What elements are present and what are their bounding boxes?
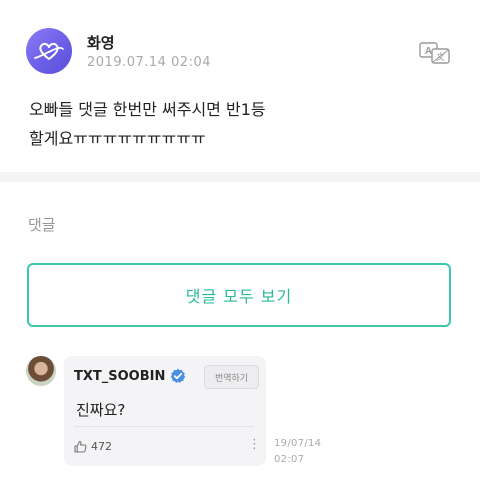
post-body-line2: 할게요ㅠㅠㅠㅠㅠㅠㅠㅠㅠ [29, 129, 206, 148]
post-author[interactable]: 화영 [87, 32, 115, 53]
thumbs-up-icon [74, 440, 87, 453]
commenter-avatar[interactable] [26, 356, 56, 386]
verified-badge-icon [170, 368, 186, 384]
svg-text:文: 文 [436, 51, 445, 63]
svg-text:A: A [425, 46, 432, 57]
author-avatar[interactable] [26, 28, 72, 74]
more-options-icon[interactable]: ⋮ [248, 438, 261, 451]
post-timestamp: 2019.07.14 02:04 [87, 55, 212, 70]
comment-card-divider [74, 426, 254, 427]
post: 화영 2019.07.14 02:04 A 文 오빠들 댓글 한번만 써주시면 … [0, 0, 480, 170]
translate-icon[interactable]: A 文 [419, 42, 451, 64]
comment-text: 진짜요? [76, 401, 126, 419]
comment-date: 19/07/14 [274, 438, 322, 449]
comment-author[interactable]: TXT_SOOBIN [74, 368, 186, 384]
comments-heading: 댓글 [28, 216, 56, 234]
comment-author-name[interactable]: TXT_SOOBIN [74, 369, 165, 384]
comment-card: TXT_SOOBIN 번역하기 진짜요? 472 ⋮ [64, 356, 266, 466]
view-all-comments-label: 댓글 모두 보기 [185, 287, 293, 306]
like-count: 472 [91, 440, 112, 453]
section-divider [0, 172, 480, 182]
comment-clock: 02:07 [274, 454, 305, 465]
post-body: 오빠들 댓글 한번만 써주시면 반1등 할게요ㅠㅠㅠㅠㅠㅠㅠㅠㅠ [29, 95, 449, 153]
comment-translate-label: 번역하기 [214, 373, 249, 384]
like-button[interactable]: 472 [74, 440, 112, 453]
view-all-comments-button[interactable]: 댓글 모두 보기 [27, 263, 451, 327]
comment-timestamp: 19/07/14 02:07 [274, 436, 321, 468]
heart-logo-icon [34, 42, 64, 60]
post-body-line1: 오빠들 댓글 한번만 써주시면 반1등 [29, 100, 266, 119]
comment-translate-button[interactable]: 번역하기 [204, 365, 259, 389]
